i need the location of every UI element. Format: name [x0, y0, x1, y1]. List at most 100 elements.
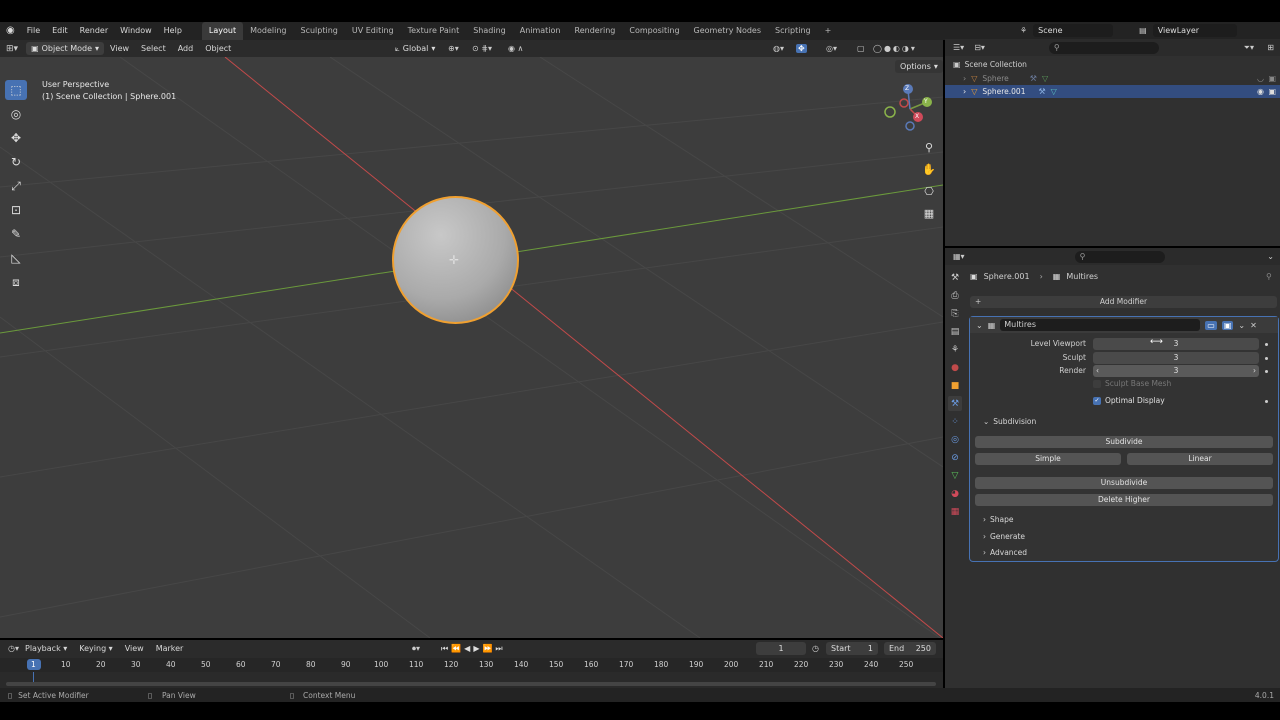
end-frame-field[interactable]: End 250	[884, 642, 936, 655]
properties-search-field[interactable]: ⚲	[1074, 250, 1165, 263]
filter-icon[interactable]: ⏷▾	[1244, 43, 1254, 53]
playback-controls[interactable]: ⏮⏪◀▶⏩⏭	[441, 644, 506, 654]
outliner-row-sphere[interactable]: › ▽ Sphere ⚒ ▽ ◡ ▣	[945, 72, 1280, 85]
editor-type-icon[interactable]: ⊞▾	[6, 44, 18, 54]
generate-subpanel-header[interactable]: › Generate	[983, 532, 1025, 541]
cursor-tool-icon[interactable]: ◎	[5, 104, 27, 124]
pan-hand-icon[interactable]: ✋	[919, 160, 939, 178]
keyframe-dot[interactable]	[1265, 343, 1268, 346]
expand-arrow-icon[interactable]: ›	[963, 87, 966, 96]
3d-viewport[interactable]: ✛ User Perspective (1) Scene Collection …	[0, 57, 943, 638]
tab-modeling[interactable]: Modeling	[243, 22, 293, 40]
proportional-edit-icon[interactable]: ◉ ∧	[508, 44, 523, 53]
start-frame-field[interactable]: Start 1	[826, 642, 878, 655]
outliner-editor-icon[interactable]: ☰▾	[953, 43, 964, 52]
timeline-menu-keying[interactable]: Keying ▾	[73, 640, 118, 658]
timeline-menu-playback[interactable]: Playback ▾	[19, 640, 73, 658]
tab-compositing[interactable]: Compositing	[622, 22, 686, 40]
camera-toggle-icon[interactable]: ▣	[1268, 74, 1276, 83]
modifier-tab-icon[interactable]: ⚒	[948, 396, 962, 411]
measure-tool-icon[interactable]: ◺	[5, 248, 27, 268]
viewport-menu-select[interactable]: Select	[135, 40, 172, 58]
snap-icon[interactable]: ⊙ ⋕▾	[472, 44, 492, 53]
optimal-display-checkbox[interactable]: ✓ Optimal Display	[1093, 396, 1165, 405]
scene-tab-icon[interactable]: ⚘	[948, 342, 962, 357]
timeline-ruler[interactable]: 1 10 20 30 40 50 60 70 80 90 100 110 120…	[0, 658, 943, 672]
remove-modifier-icon[interactable]: ✕	[1250, 321, 1257, 330]
record-icon[interactable]: ⏺▾	[412, 644, 420, 654]
gizmo-toggle-icon[interactable]: ✥	[796, 44, 807, 53]
options-button[interactable]: Options ▾	[895, 60, 943, 73]
delete-higher-button[interactable]: Delete Higher	[975, 494, 1273, 506]
level-viewport-field[interactable]: 3	[1093, 338, 1259, 350]
blender-logo-icon[interactable]: ◉	[0, 22, 21, 40]
tab-uv-editing[interactable]: UV Editing	[345, 22, 401, 40]
select-box-icon[interactable]: ⬚	[5, 80, 27, 100]
modifier-name-field[interactable]: Multires	[1000, 319, 1201, 331]
object-tab-icon[interactable]: ■	[948, 378, 962, 393]
outliner-row-sphere-001[interactable]: › ▽ Sphere.001 ⚒ ▽ ◉ ▣	[945, 85, 1280, 98]
viewport-menu-view[interactable]: View	[104, 40, 135, 58]
outliner-search-field[interactable]: ⚲	[1048, 41, 1159, 54]
keyframe-dot[interactable]	[1265, 400, 1268, 403]
sculpt-base-mesh-checkbox[interactable]: Sculpt Base Mesh	[1093, 379, 1171, 388]
mode-selector[interactable]: ▣ Object Mode ▾	[26, 42, 105, 55]
shape-subpanel-header[interactable]: › Shape	[983, 515, 1014, 524]
expand-arrow-icon[interactable]: ›	[963, 74, 966, 83]
increment-arrow-icon[interactable]: ›	[1253, 365, 1256, 377]
camera-toggle-icon[interactable]: ▣	[1268, 87, 1276, 96]
view-layer-tab-icon[interactable]: ▤	[948, 324, 962, 339]
tab-geometry-nodes[interactable]: Geometry Nodes	[687, 22, 768, 40]
navigation-gizmo[interactable]	[880, 82, 940, 137]
menu-edit[interactable]: Edit	[46, 22, 74, 40]
tab-layout[interactable]: Layout	[201, 22, 244, 40]
tool-tab-icon[interactable]: ⚒	[948, 270, 962, 285]
constraints-tab-icon[interactable]: ⊘	[948, 450, 962, 465]
xray-toggle-icon[interactable]: ▢	[857, 44, 865, 53]
modifier-dropdown-icon[interactable]: ⌄	[1238, 321, 1245, 330]
add-workspace-button[interactable]: +	[818, 22, 839, 40]
menu-window[interactable]: Window	[114, 22, 158, 40]
world-tab-icon[interactable]: ●	[948, 360, 962, 375]
keyframe-dot[interactable]	[1265, 357, 1268, 360]
menu-file[interactable]: File	[21, 22, 46, 40]
overlay-toggle-icon[interactable]: ◎▾	[826, 44, 837, 53]
subdivision-subpanel-header[interactable]: ⌄ Subdivision	[983, 417, 1036, 426]
timeline-track-area[interactable]	[0, 672, 943, 688]
collapse-arrow-icon[interactable]: ⌄	[976, 321, 983, 330]
scale-tool-icon[interactable]: ⤢	[5, 176, 27, 196]
timeline-menu-view[interactable]: View	[119, 640, 150, 658]
linear-button[interactable]: Linear	[1127, 453, 1273, 465]
tab-texture-paint[interactable]: Texture Paint	[401, 22, 467, 40]
unsubdivide-button[interactable]: Unsubdivide	[975, 477, 1273, 489]
ortho-grid-icon[interactable]: ▦	[919, 204, 939, 222]
tab-animation[interactable]: Animation	[513, 22, 568, 40]
outliner-root-row[interactable]: ▣ Scene Collection	[953, 60, 1027, 69]
render-tab-icon[interactable]: ⎙	[948, 288, 962, 303]
scene-selector[interactable]: Scene	[1033, 24, 1114, 37]
display-mode-icon[interactable]: ⊟▾	[974, 43, 985, 52]
output-tab-icon[interactable]: ⎘	[948, 306, 962, 321]
physics-tab-icon[interactable]: ◎	[948, 432, 962, 447]
viewport-menu-object[interactable]: Object	[199, 40, 237, 58]
hidden-eye-icon[interactable]: ◡	[1257, 74, 1264, 83]
tab-rendering[interactable]: Rendering	[568, 22, 623, 40]
properties-options-icon[interactable]: ⌄	[1267, 252, 1274, 261]
add-modifier-button[interactable]: + Add Modifier	[970, 296, 1277, 308]
editmode-toggle-icon[interactable]: ▭	[1205, 320, 1217, 330]
visibility-icon[interactable]: ◍▾	[773, 44, 784, 53]
advanced-subpanel-header[interactable]: › Advanced	[983, 548, 1027, 557]
transform-orientation-selector[interactable]: ⟀ Global ▾	[390, 42, 440, 55]
sculpt-level-field[interactable]: 3	[1093, 352, 1259, 364]
view-layer-selector[interactable]: ViewLayer	[1152, 24, 1237, 37]
visible-eye-icon[interactable]: ◉	[1257, 87, 1264, 96]
annotate-tool-icon[interactable]: ✎	[5, 224, 27, 244]
timeline-scrollbar[interactable]	[6, 682, 936, 686]
subdivide-button[interactable]: Subdivide	[975, 436, 1273, 448]
move-tool-icon[interactable]: ✥	[5, 128, 27, 148]
current-frame-field[interactable]: 1	[756, 642, 806, 655]
rotate-tool-icon[interactable]: ↻	[5, 152, 27, 172]
material-tab-icon[interactable]: ◕	[948, 486, 962, 501]
menu-render[interactable]: Render	[74, 22, 114, 40]
properties-editor-icon[interactable]: ▦▾	[953, 252, 965, 261]
